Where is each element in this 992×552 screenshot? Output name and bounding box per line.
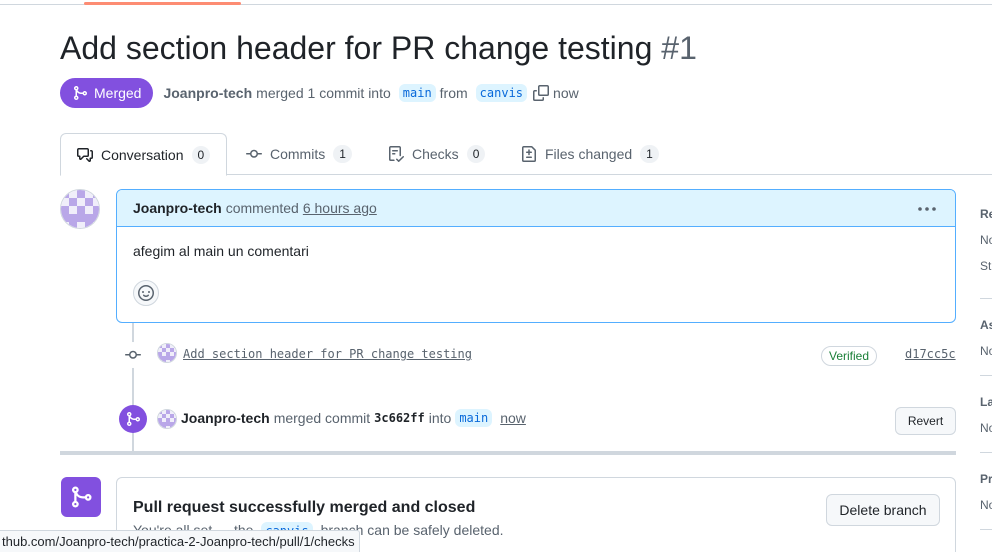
comment-time[interactable]: 6 hours ago [303, 200, 377, 216]
comment-header: Joanpro-tech commented 6 hours ago [117, 190, 955, 227]
identicon [158, 410, 176, 428]
merge-time[interactable]: now [500, 410, 526, 426]
from-label: from [439, 85, 468, 101]
sidebar-reviewers-value: No [980, 233, 992, 247]
sidebar-reviewers-suggestion: St [980, 259, 992, 273]
file-diff-icon [522, 146, 536, 162]
git-merge-icon [72, 486, 92, 508]
identicon [158, 344, 176, 362]
comment-body: afegim al main un comentari [133, 243, 309, 259]
merger-avatar[interactable] [157, 409, 177, 429]
tab-conversation-count: 0 [191, 145, 211, 164]
identicon [61, 190, 99, 228]
sidebar-assignees-heading[interactable]: As [980, 318, 992, 332]
smiley-icon [138, 285, 154, 301]
verified-badge[interactable]: Verified [821, 346, 878, 366]
pr-meta: Merged Joanpro-tech merged 1 commit into… [60, 78, 579, 108]
state-label: Merged [94, 85, 142, 101]
checklist-icon [389, 146, 404, 162]
pr-number: #1 [661, 30, 697, 66]
merge-author-link[interactable]: Joanpro-tech [181, 410, 270, 426]
tab-conversation[interactable]: Conversation 0 [60, 133, 228, 176]
base-branch-link[interactable]: main [398, 84, 436, 102]
comment-author-avatar[interactable] [60, 189, 100, 229]
pr-time: now [553, 85, 579, 101]
head-branch-link[interactable]: canvis [475, 84, 528, 102]
tab-checks-count: 0 [466, 145, 486, 163]
commit-sha-link[interactable]: d17cc5c [905, 347, 956, 361]
link-status-bar: thub.com/Joanpro-tech/practica-2-Joanpro… [0, 530, 360, 552]
add-reaction-button[interactable] [133, 280, 159, 306]
tab-commits[interactable]: Commits 1 [246, 133, 352, 175]
sidebar-reviewers-heading[interactable]: Re [980, 207, 992, 221]
comment-action: commented [225, 200, 299, 216]
merge-status-title: Pull request successfully merged and clo… [133, 499, 476, 516]
comment-discussion-icon [77, 147, 93, 162]
comment-author[interactable]: Joanpro-tech [133, 200, 222, 216]
merge-into: into [428, 410, 452, 426]
tab-files-count: 1 [640, 145, 659, 163]
revert-button[interactable]: Revert [895, 407, 956, 435]
tab-commits-count: 1 [333, 145, 352, 163]
state-badge: Merged [60, 78, 154, 108]
pr-title-text: Add section header for PR change testing [60, 30, 653, 66]
git-merge-icon [127, 412, 141, 426]
delete-branch-button[interactable]: Delete branch [826, 494, 940, 526]
merge-event: Joanpro-tech merged commit 3c662ff into … [181, 409, 526, 427]
pr-title: Add section header for PR change testing… [60, 30, 697, 67]
tab-commits-label: Commits [270, 146, 326, 162]
tab-files-label: Files changed [545, 146, 633, 162]
repo-nav-underline [0, 0, 992, 5]
pr-tabs: Conversation 0 Commits 1 Checks 0 Files … [60, 133, 992, 176]
merge-action: merged commit [273, 410, 371, 426]
sidebar-projects-value: No [980, 498, 992, 512]
tab-files-changed[interactable]: Files changed 1 [521, 133, 659, 175]
commit-author-avatar[interactable] [157, 343, 177, 363]
timeline-commit-badge [120, 342, 146, 368]
tab-checks-label: Checks [412, 146, 459, 162]
copy-icon [533, 85, 550, 101]
tab-checks[interactable]: Checks 0 [388, 133, 486, 175]
sidebar-divider [980, 529, 992, 530]
sidebar-labels-value: No [980, 421, 992, 435]
commit-message-link[interactable]: Add section header for PR change testing [183, 347, 472, 361]
comment-box: Joanpro-tech commented 6 hours ago afegi… [116, 189, 956, 323]
sidebar-divider [980, 452, 992, 453]
git-commit-icon [246, 149, 262, 158]
sidebar-divider [980, 298, 992, 299]
active-repo-tab-indicator [84, 2, 241, 5]
sidebar-labels-heading[interactable]: La [980, 395, 992, 409]
git-commit-icon [125, 350, 141, 359]
merged-status-icon [61, 477, 101, 517]
copy-branch-button[interactable] [533, 85, 550, 101]
merge-branch-link[interactable]: main [455, 409, 493, 427]
sidebar-projects-heading[interactable]: Pr [980, 472, 992, 486]
pr-sidebar: Re No St As No La No Pr No [980, 0, 992, 552]
pr-author-link[interactable]: Joanpro-tech [163, 85, 252, 101]
sidebar-divider [980, 375, 992, 376]
kebab-horizontal-icon[interactable] [917, 202, 937, 216]
sidebar-assignees-value: No [980, 344, 992, 358]
merge-sha-link[interactable]: 3c662ff [374, 411, 425, 425]
pr-summary: merged 1 commit into [256, 85, 391, 101]
tab-conversation-label: Conversation [101, 146, 184, 163]
git-merge-icon [74, 86, 88, 100]
timeline-merge-badge [119, 405, 147, 433]
timeline-end-separator [60, 451, 956, 455]
